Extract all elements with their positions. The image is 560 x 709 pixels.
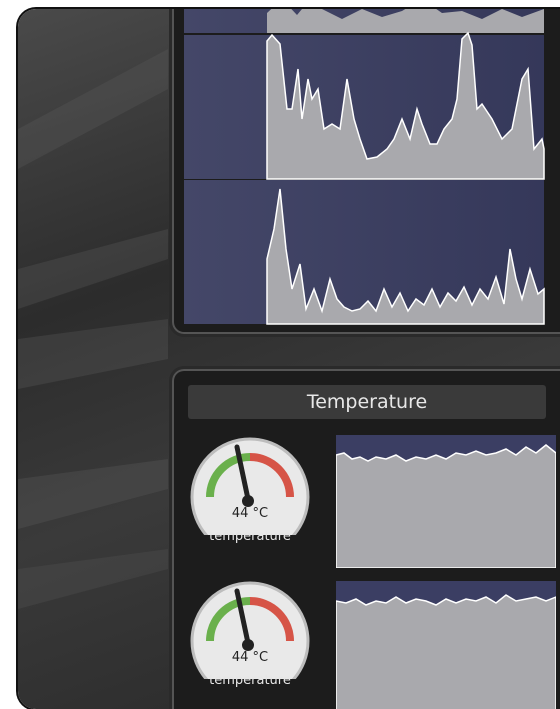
graphs-panel bbox=[172, 9, 560, 334]
temperature-panel: Temperature 44 °C temperature 44 °C temp… bbox=[172, 369, 560, 709]
desktop-frame: Temperature 44 °C temperature 44 °C temp… bbox=[18, 9, 560, 709]
gauge-1: 44 °C temperature bbox=[190, 435, 310, 557]
gauge-2: 44 °C temperature bbox=[190, 579, 310, 701]
gauge-label: temperature bbox=[209, 529, 291, 544]
cpu-graphs bbox=[184, 9, 545, 325]
gauge-label: temperature bbox=[209, 673, 291, 688]
gauge-value: 44 °C bbox=[231, 506, 269, 521]
temperature-graph-2 bbox=[336, 581, 556, 709]
panel-title: Temperature bbox=[188, 385, 546, 419]
temperature-graph-1 bbox=[336, 435, 556, 568]
gauge-value: 44 °C bbox=[231, 650, 269, 665]
